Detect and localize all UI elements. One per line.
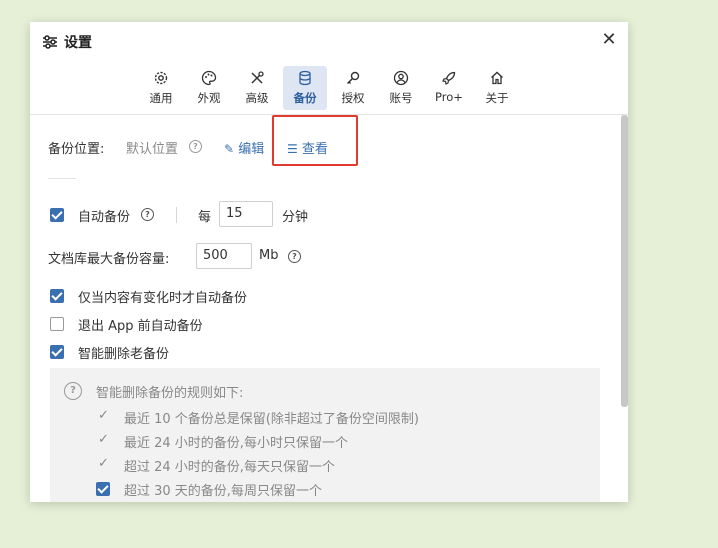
settings-dialog: 设置 ✕ 通用 外观 高级 备份 授权 账号 Pro+ 关于 备份位置: 默认位… — [30, 22, 628, 502]
tab-label: 高级 — [245, 91, 269, 105]
option-checkbox-smart-delete[interactable] — [50, 345, 64, 359]
tab-account[interactable]: 账号 — [379, 66, 423, 110]
settings-sliders-icon — [43, 35, 57, 49]
backup-settings-content: 备份位置: 默认位置 ? ✎ 编辑 ☰ 查看 自动备份 ? 每 15 分钟 文档… — [30, 115, 620, 502]
rule-item: 超过 24 小时的备份,每天只保留一个 — [124, 460, 335, 475]
dialog-title: 设置 — [64, 35, 92, 51]
help-icon[interactable]: ? — [189, 140, 202, 153]
tab-label: 账号 — [389, 91, 413, 105]
max-capacity-unit: Mb — [259, 248, 279, 263]
max-capacity-input[interactable]: 500 — [196, 243, 252, 269]
rocket-icon — [442, 71, 456, 85]
tab-label: 授权 — [341, 91, 365, 105]
question-circle-icon: ? — [64, 382, 82, 400]
smart-delete-rules-panel: ? 智能删除备份的规则如下: ✓ 最近 10 个备份总是保留(除非超过了备份空间… — [50, 368, 600, 502]
help-icon[interactable]: ? — [141, 208, 154, 221]
rule-checkbox[interactable] — [96, 482, 110, 496]
tab-advanced[interactable]: 高级 — [235, 66, 279, 110]
tab-appearance[interactable]: 外观 — [187, 66, 231, 110]
palette-icon — [201, 70, 217, 86]
every-label: 每 — [198, 210, 212, 225]
edit-icon: ✎ — [224, 142, 235, 156]
rules-title: 智能删除备份的规则如下: — [96, 386, 244, 401]
gear-icon — [154, 71, 168, 85]
key-icon — [346, 71, 360, 85]
backup-interval-input[interactable]: 15 — [219, 201, 273, 227]
tab-about[interactable]: 关于 — [475, 66, 519, 110]
tab-label: 备份 — [293, 91, 317, 105]
tab-label: 通用 — [149, 91, 173, 105]
tab-label: 关于 — [485, 91, 509, 105]
check-icon: ✓ — [98, 432, 109, 447]
content-scrollbar[interactable] — [621, 115, 628, 407]
help-icon[interactable]: ? — [288, 250, 301, 263]
close-icon: ✕ — [601, 29, 617, 50]
tab-backup[interactable]: 备份 — [283, 66, 327, 110]
check-icon: ✓ — [98, 408, 109, 423]
tab-pro[interactable]: Pro+ — [427, 66, 471, 110]
titlebar: 设置 ✕ — [30, 22, 628, 62]
rule-item: 最近 24 小时的备份,每小时只保留一个 — [124, 436, 348, 451]
tab-label: Pro+ — [435, 90, 463, 104]
auto-backup-label: 自动备份 — [78, 210, 131, 225]
option-checkbox-exit-backup[interactable] — [50, 317, 64, 331]
option-checkbox-content-change[interactable] — [50, 289, 64, 303]
max-capacity-label: 文档库最大备份容量: — [48, 252, 170, 267]
home-icon — [491, 71, 503, 85]
settings-tabs: 通用 外观 高级 备份 授权 账号 Pro+ 关于 — [30, 66, 628, 110]
option-label: 退出 App 前自动备份 — [78, 319, 203, 334]
interval-unit: 分钟 — [282, 210, 309, 225]
option-label: 智能删除老备份 — [78, 347, 170, 362]
tab-license[interactable]: 授权 — [331, 66, 375, 110]
database-icon — [299, 70, 311, 86]
check-icon: ✓ — [98, 456, 109, 471]
edit-label: 编辑 — [238, 142, 265, 157]
option-label: 仅当内容有变化时才自动备份 — [78, 291, 248, 306]
view-highlight-box — [272, 115, 358, 166]
tab-general[interactable]: 通用 — [139, 66, 183, 110]
tools-icon — [251, 71, 264, 84]
rule-item: 超过 30 天的备份,每周只保留一个 — [124, 484, 322, 499]
auto-backup-checkbox[interactable] — [50, 208, 64, 222]
close-button[interactable]: ✕ — [598, 29, 620, 51]
backup-location-value: 默认位置 — [126, 142, 179, 157]
section-divider — [48, 178, 76, 179]
rule-item: 最近 10 个备份总是保留(除非超过了备份空间限制) — [124, 412, 419, 427]
backup-location-label: 备份位置: — [48, 142, 105, 157]
separator — [176, 207, 177, 223]
edit-location-link[interactable]: ✎ 编辑 — [224, 138, 264, 157]
user-icon — [393, 70, 409, 86]
tab-label: 外观 — [197, 91, 221, 105]
